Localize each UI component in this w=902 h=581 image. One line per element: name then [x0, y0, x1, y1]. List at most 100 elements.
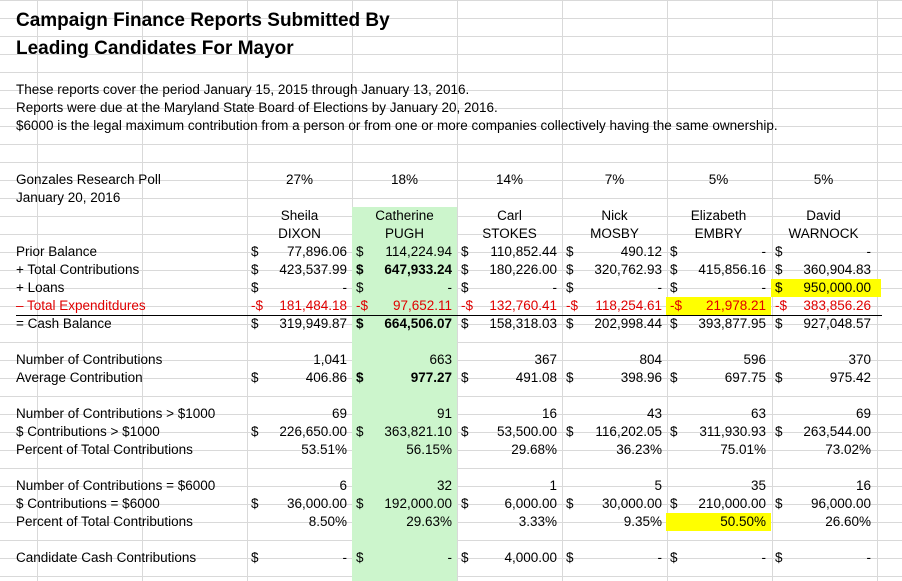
note-limit: $6000 is the legal maximum contribution … — [16, 118, 778, 133]
currency-sign: $ — [251, 262, 259, 277]
currency-sign: $ — [775, 244, 783, 259]
cell-num-contrib-pugh: 663 — [429, 352, 452, 367]
amount: 664,506.07 — [384, 316, 452, 331]
poll-name: Gonzales Research Poll — [16, 172, 161, 187]
amount: 263,544.00 — [803, 424, 871, 439]
cell-amt-1000-dixon: $226,650.00 — [251, 423, 347, 441]
cell-prior-pugh: $ 114,224.94 — [356, 243, 452, 261]
cell-amt-6000-pugh: $ 192,000.00 — [356, 495, 452, 513]
cell-num-contrib-stokes: 367 — [534, 352, 557, 367]
currency-sign: -$ — [461, 298, 474, 313]
cell-avg-contrib-mosby: $398.96 — [566, 369, 662, 387]
amount: - — [761, 280, 767, 295]
row-label-amt-6000: $ Contributions = $6000 — [16, 496, 160, 511]
currency-sign: $ — [775, 262, 783, 277]
cell-amt-1000-embry: $311,930.93 — [670, 423, 766, 441]
cell-expend-stokes: -$ 132,760.41 — [461, 297, 557, 315]
cell-expend-mosby: -$ 118,254.61 — [566, 297, 662, 315]
currency-sign: $ — [670, 496, 678, 511]
cell-cash-warnock: $927,048.57 — [775, 315, 871, 333]
candidate-first-name: Catherine — [375, 208, 434, 223]
currency-sign: $ — [356, 244, 364, 259]
amount: 950,000.00 — [803, 280, 871, 295]
cell-pct-1000-warnock: 73.02% — [825, 442, 871, 457]
currency-sign: $ — [566, 262, 574, 277]
row-label-pct-1000: Percent of Total Contributions — [16, 442, 193, 457]
amount: - — [342, 550, 348, 565]
currency-sign: $ — [461, 262, 469, 277]
cell-loans-pugh: $ - — [356, 279, 452, 297]
cell-num-1000-dixon: 69 — [331, 406, 347, 421]
cell-amt-6000-warnock: $96,000.00 — [775, 495, 871, 513]
cell-num-6000-stokes: 1 — [549, 478, 557, 493]
row-label-num-6000: Number of Contributions = $6000 — [16, 478, 216, 493]
candidate-first-name: Nick — [601, 208, 628, 223]
currency-sign: $ — [251, 550, 259, 565]
currency-sign: $ — [461, 424, 469, 439]
amount: 181,484.18 — [279, 298, 347, 313]
amount: 927,048.57 — [803, 316, 871, 331]
currency-sign: $ — [251, 370, 259, 385]
currency-sign: $ — [461, 316, 469, 331]
cell-contrib-pugh: $ 647,933.24 — [356, 261, 452, 279]
candidate-poll-pct: 18% — [390, 172, 419, 187]
cell-num-contrib-embry: 596 — [743, 352, 766, 367]
cell-loans-dixon: $ - — [251, 279, 347, 297]
amount: 30,000.00 — [601, 496, 662, 511]
currency-sign: -$ — [356, 298, 369, 313]
currency-sign: $ — [670, 280, 678, 295]
amount: 110,852.44 — [490, 244, 557, 259]
amount: 36,000.00 — [286, 496, 347, 511]
cell-pct-6000-warnock: 26.60% — [825, 514, 871, 529]
currency-sign: $ — [670, 244, 678, 259]
currency-sign: $ — [566, 424, 574, 439]
cell-num-6000-dixon: 6 — [339, 478, 347, 493]
amount: - — [447, 280, 453, 295]
cell-num-6000-mosby: 5 — [654, 478, 662, 493]
currency-sign: $ — [356, 280, 364, 295]
amount: - — [866, 244, 872, 259]
row-label-num-1000: Number of Contributions > $1000 — [16, 406, 216, 421]
candidate-poll-pct: 5% — [813, 172, 834, 187]
currency-sign: $ — [670, 550, 678, 565]
cell-num-1000-stokes: 16 — [541, 406, 557, 421]
cell-prior-stokes: $ 110,852.44 — [461, 243, 557, 261]
cell-pct-6000-stokes: 3.33% — [518, 514, 557, 529]
candidate-poll-pct: 5% — [708, 172, 729, 187]
currency-sign: $ — [356, 550, 364, 565]
cell-num-6000-pugh: 32 — [436, 478, 452, 493]
currency-sign: $ — [461, 280, 469, 295]
cell-num-6000-embry: 35 — [750, 478, 766, 493]
currency-sign: $ — [461, 370, 469, 385]
amount: 226,650.00 — [279, 424, 347, 439]
cell-cash-pugh: $ 664,506.07 — [356, 315, 452, 333]
cell-num-1000-mosby: 43 — [646, 406, 662, 421]
note-period: These reports cover the period January 1… — [16, 82, 470, 97]
currency-sign: -$ — [670, 298, 683, 313]
cell-cash-contrib-warnock: $ - — [775, 549, 871, 567]
cell-amt-1000-mosby: $116,202.05 — [566, 423, 662, 441]
currency-sign: $ — [251, 424, 259, 439]
cell-loans-warnock: $950,000.00 — [775, 279, 871, 297]
cell-amt-1000-pugh: $363,821.10 — [356, 423, 452, 441]
amount: 210,000.00 — [698, 496, 766, 511]
currency-sign: $ — [566, 550, 574, 565]
currency-sign: $ — [566, 244, 574, 259]
candidate-last-name: WARNOCK — [788, 226, 859, 241]
cell-num-contrib-warnock: 370 — [848, 352, 871, 367]
amount: 192,000.00 — [384, 496, 452, 511]
currency-sign: $ — [775, 280, 783, 295]
currency-sign: -$ — [775, 298, 788, 313]
amount: 491.08 — [515, 370, 557, 385]
amount: 4,000.00 — [504, 550, 557, 565]
cell-pct-6000-mosby: 9.35% — [623, 514, 662, 529]
amount: 97,652.11 — [392, 298, 452, 313]
currency-sign: $ — [356, 316, 364, 331]
amount: 158,318.03 — [489, 316, 557, 331]
cell-avg-contrib-stokes: $491.08 — [461, 369, 557, 387]
currency-sign: $ — [251, 496, 259, 511]
cell-pct-6000-pugh: 29.63% — [406, 514, 452, 529]
cell-expend-warnock: -$ 383,856.26 — [775, 297, 871, 315]
cell-expend-pugh: -$ 97,652.11 — [356, 297, 452, 315]
cell-contrib-mosby: $320,762.93 — [566, 261, 662, 279]
